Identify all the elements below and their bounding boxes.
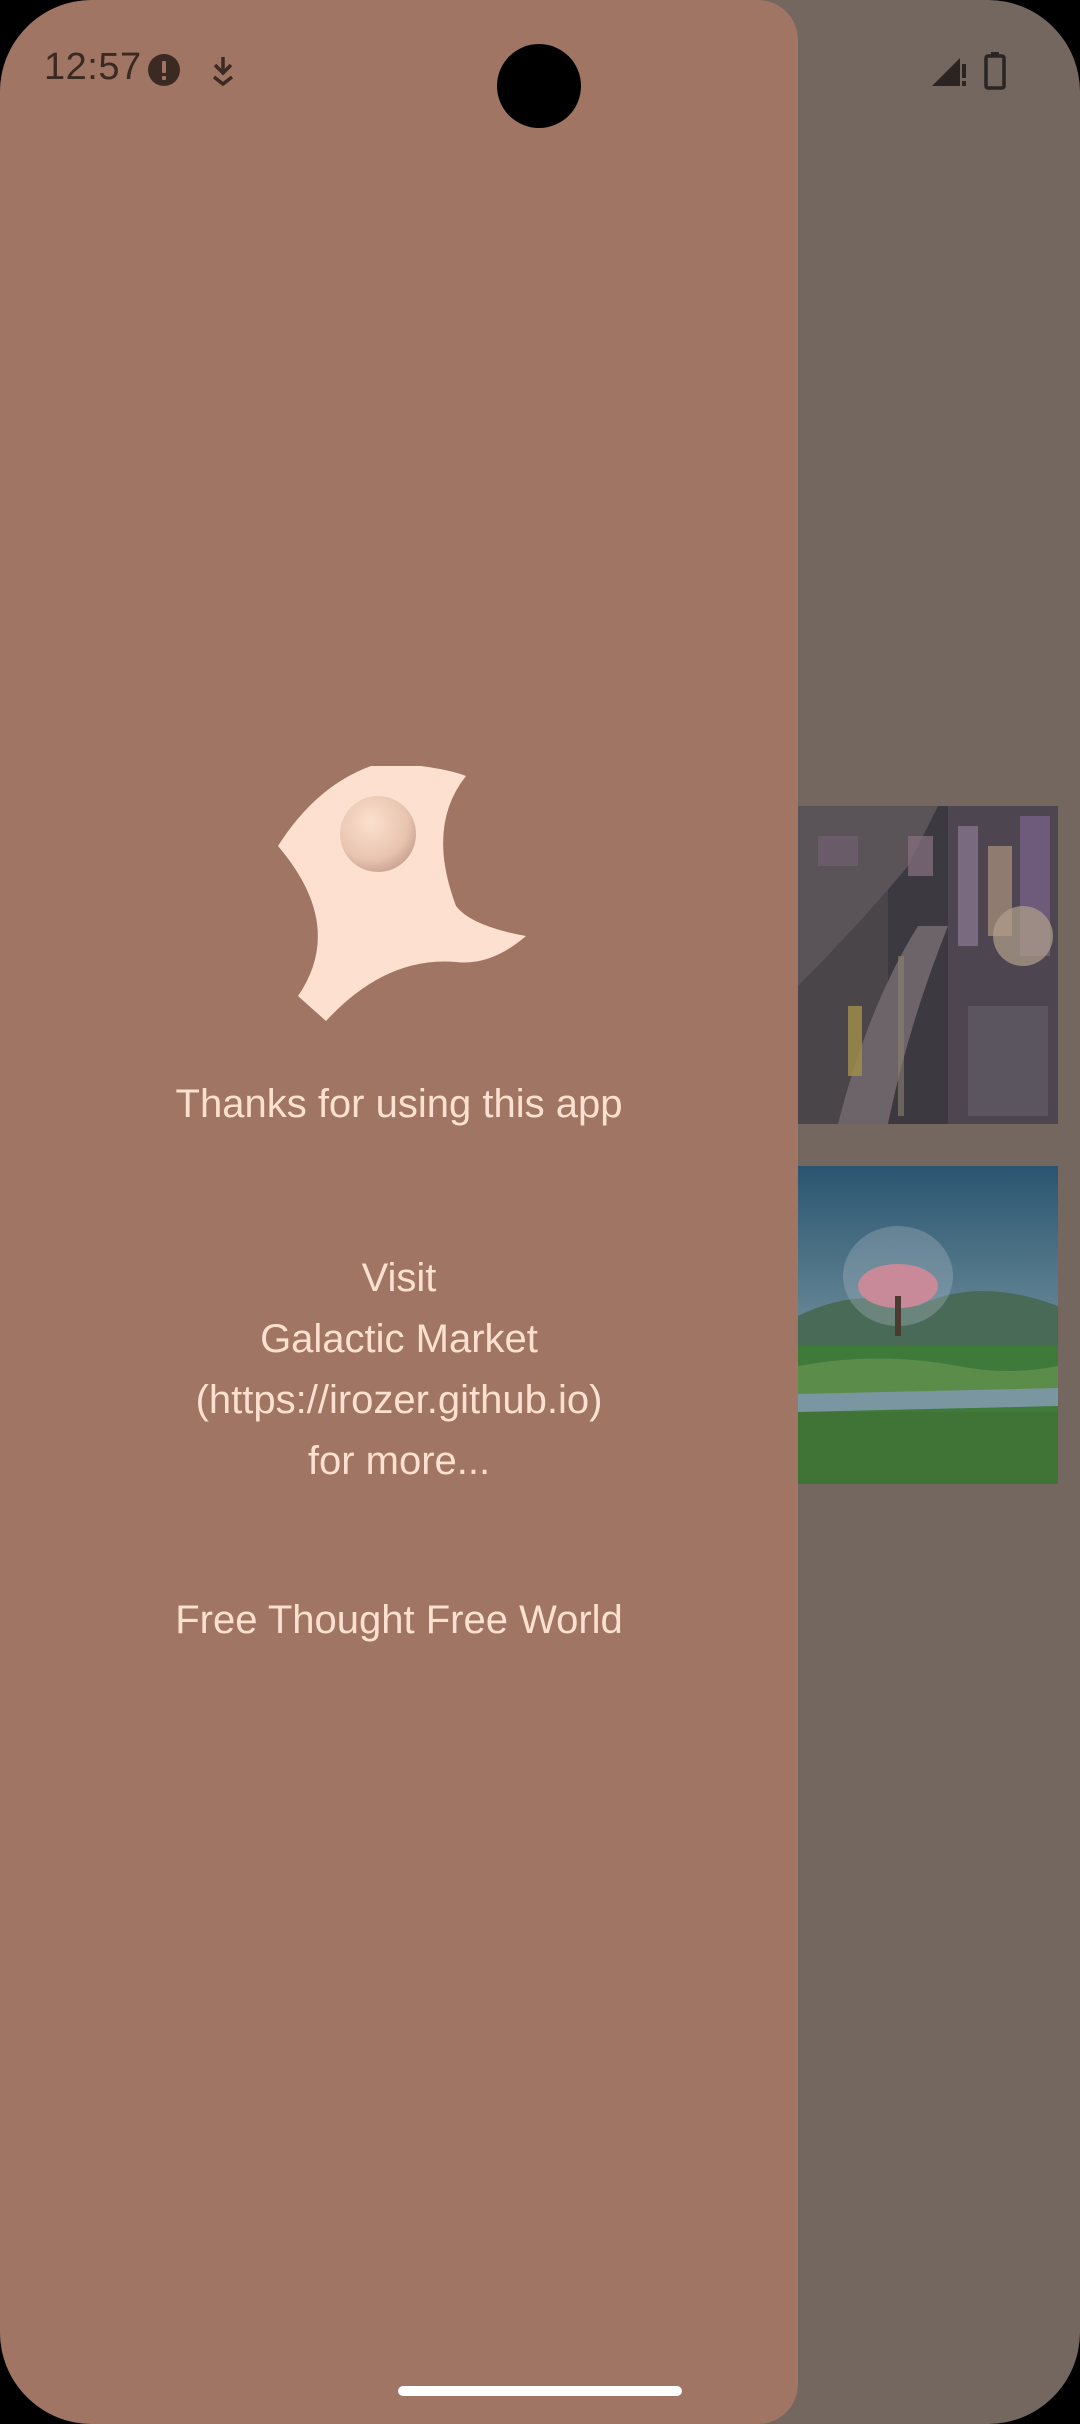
visit-message: Visit Galactic Market (https://irozer.gi… <box>0 1248 798 1492</box>
galactic-market-logo <box>276 766 530 1022</box>
visit-line: Visit <box>361 1256 437 1300</box>
status-time: 12:57 <box>44 46 142 88</box>
visit-url-link[interactable]: (https://irozer.github.io) <box>0 1370 798 1431</box>
phone-screen: Thanks for using this app Visit Galactic… <box>0 0 1080 2424</box>
navigation-drawer: Thanks for using this app Visit Galactic… <box>0 0 798 2424</box>
thanks-message: Thanks for using this app <box>175 1082 623 1126</box>
home-indicator[interactable] <box>398 2386 682 2396</box>
alert-icon <box>148 54 180 86</box>
visit-line: for more... <box>307 1439 491 1483</box>
battery-icon <box>984 52 1006 90</box>
camera-cutout <box>497 44 581 128</box>
download-icon <box>212 57 234 87</box>
visit-site-name[interactable]: Galactic Market <box>0 1309 798 1370</box>
nature-dome-tree-image[interactable] <box>798 1166 1058 1484</box>
city-night-image[interactable] <box>798 806 1058 1124</box>
signal-icon <box>932 58 966 86</box>
status-bar: 12:57 <box>0 0 1080 140</box>
slogan: Free Thought Free World <box>175 1598 623 1642</box>
